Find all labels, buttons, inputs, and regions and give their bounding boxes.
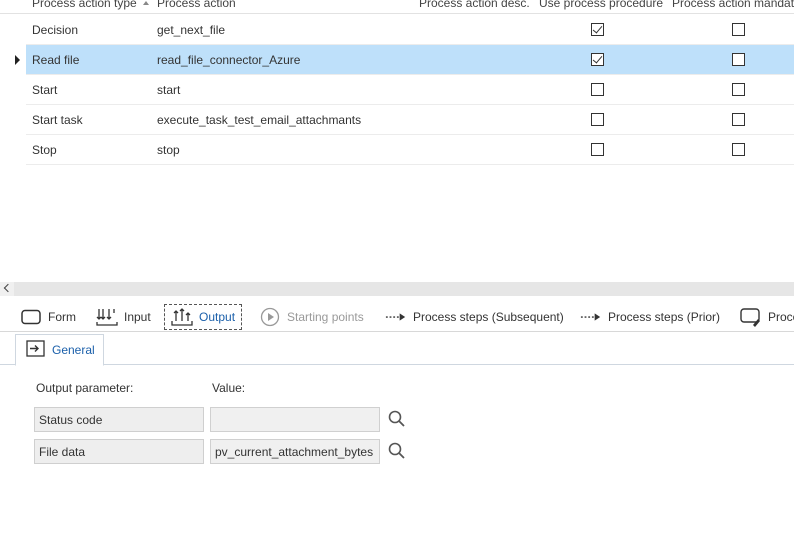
play-circle-icon: [259, 307, 281, 327]
output-parameter-name: File data: [34, 439, 204, 464]
tab-starting-points[interactable]: Starting points: [253, 304, 370, 330]
detail-tabs: General: [0, 332, 794, 366]
dotted-arrow-right-icon: [580, 307, 602, 327]
search-icon[interactable]: [387, 441, 407, 461]
output-parameter-label: Output parameter:: [36, 381, 134, 395]
column-header-process-action-desc[interactable]: Process action desc.: [419, 0, 530, 10]
cell-process-action: read_file_connector_Azure: [157, 53, 301, 67]
mandatory-checkbox[interactable]: [732, 113, 745, 126]
tab-process-steps-subsequent-label: Process steps (Subsequent): [413, 310, 564, 324]
detail-toolbar: Form Input Output Starting points Proces…: [0, 304, 794, 332]
edit-form-icon: [740, 307, 762, 327]
tab-general-label: General: [52, 343, 95, 357]
tab-form[interactable]: Form: [14, 304, 82, 330]
scroll-left-button[interactable]: [0, 282, 14, 296]
mandatory-checkbox[interactable]: [732, 53, 745, 66]
column-header-process-action-mandatory[interactable]: Process action mandato: [672, 0, 794, 10]
table-row[interactable]: Start task execute_task_test_email_attac…: [26, 105, 794, 135]
tab-starting-points-label: Starting points: [287, 310, 364, 324]
grid-body: Decision get_next_file Read file read_fi…: [0, 15, 794, 165]
cell-process-action-type: Start task: [32, 113, 83, 127]
column-header-use-process-procedure[interactable]: Use process procedure: [539, 0, 663, 10]
cell-process-action-type: Read file: [32, 53, 80, 67]
tab-process-steps-subsequent[interactable]: Process steps (Subsequent): [379, 304, 570, 330]
use-procedure-checkbox[interactable]: [591, 143, 604, 156]
table-row[interactable]: Stop stop: [26, 135, 794, 165]
tab-output[interactable]: Output: [164, 304, 243, 330]
use-procedure-checkbox[interactable]: [591, 113, 604, 126]
process-actions-grid: Process action type Process action Proce…: [0, 0, 794, 282]
cell-process-action: get_next_file: [157, 23, 226, 37]
tab-process-steps-prior-label: Process steps (Prior): [608, 310, 721, 324]
tab-form-label: Form: [48, 310, 76, 324]
output-parameter-value-field[interactable]: pv_current_attachment_bytes: [210, 439, 380, 464]
table-row-selected[interactable]: Read file read_file_connector_Azure: [26, 45, 794, 75]
mandatory-checkbox[interactable]: [732, 143, 745, 156]
dotted-arrow-right-icon: [385, 307, 407, 327]
cell-process-action: start: [157, 83, 181, 97]
cell-process-action-type: Decision: [32, 23, 79, 37]
column-header-process-action[interactable]: Process action: [157, 0, 236, 10]
tab-input-label: Input: [124, 310, 151, 324]
cell-process-action: stop: [157, 143, 180, 157]
use-procedure-checkbox[interactable]: [591, 23, 604, 36]
tab-output-label: Output: [199, 310, 236, 324]
tab-process-steps-prior[interactable]: Process steps (Prior): [574, 304, 726, 330]
general-tab-icon: [26, 339, 46, 361]
search-icon[interactable]: [387, 409, 407, 429]
value-label: Value:: [212, 381, 246, 395]
tab-process-truncated-label: Proce: [768, 310, 794, 324]
row-indicator-icon: [15, 55, 20, 65]
output-parameter-value-field[interactable]: [210, 407, 380, 432]
input-icon: [96, 307, 118, 327]
tab-process-truncated[interactable]: Proce: [734, 304, 794, 330]
table-row[interactable]: Start start: [26, 75, 794, 105]
cell-process-action-type: Stop: [32, 143, 57, 157]
form-icon: [20, 307, 42, 327]
sort-ascending-icon: [143, 1, 149, 5]
use-procedure-checkbox[interactable]: [591, 53, 604, 66]
cell-process-action-type: Start: [32, 83, 58, 97]
tab-general[interactable]: General: [15, 334, 104, 366]
use-procedure-checkbox[interactable]: [591, 83, 604, 96]
mandatory-checkbox[interactable]: [732, 83, 745, 96]
tab-input[interactable]: Input: [90, 304, 157, 330]
output-icon: [171, 307, 193, 327]
grid-header: Process action type Process action Proce…: [0, 0, 794, 14]
output-parameter-name: Status code: [34, 407, 204, 432]
mandatory-checkbox[interactable]: [732, 23, 745, 36]
horizontal-scrollbar[interactable]: [14, 282, 794, 296]
cell-process-action: execute_task_test_email_attachmants: [157, 113, 362, 127]
column-header-process-action-type[interactable]: Process action type: [32, 0, 137, 10]
table-row[interactable]: Decision get_next_file: [26, 15, 794, 45]
